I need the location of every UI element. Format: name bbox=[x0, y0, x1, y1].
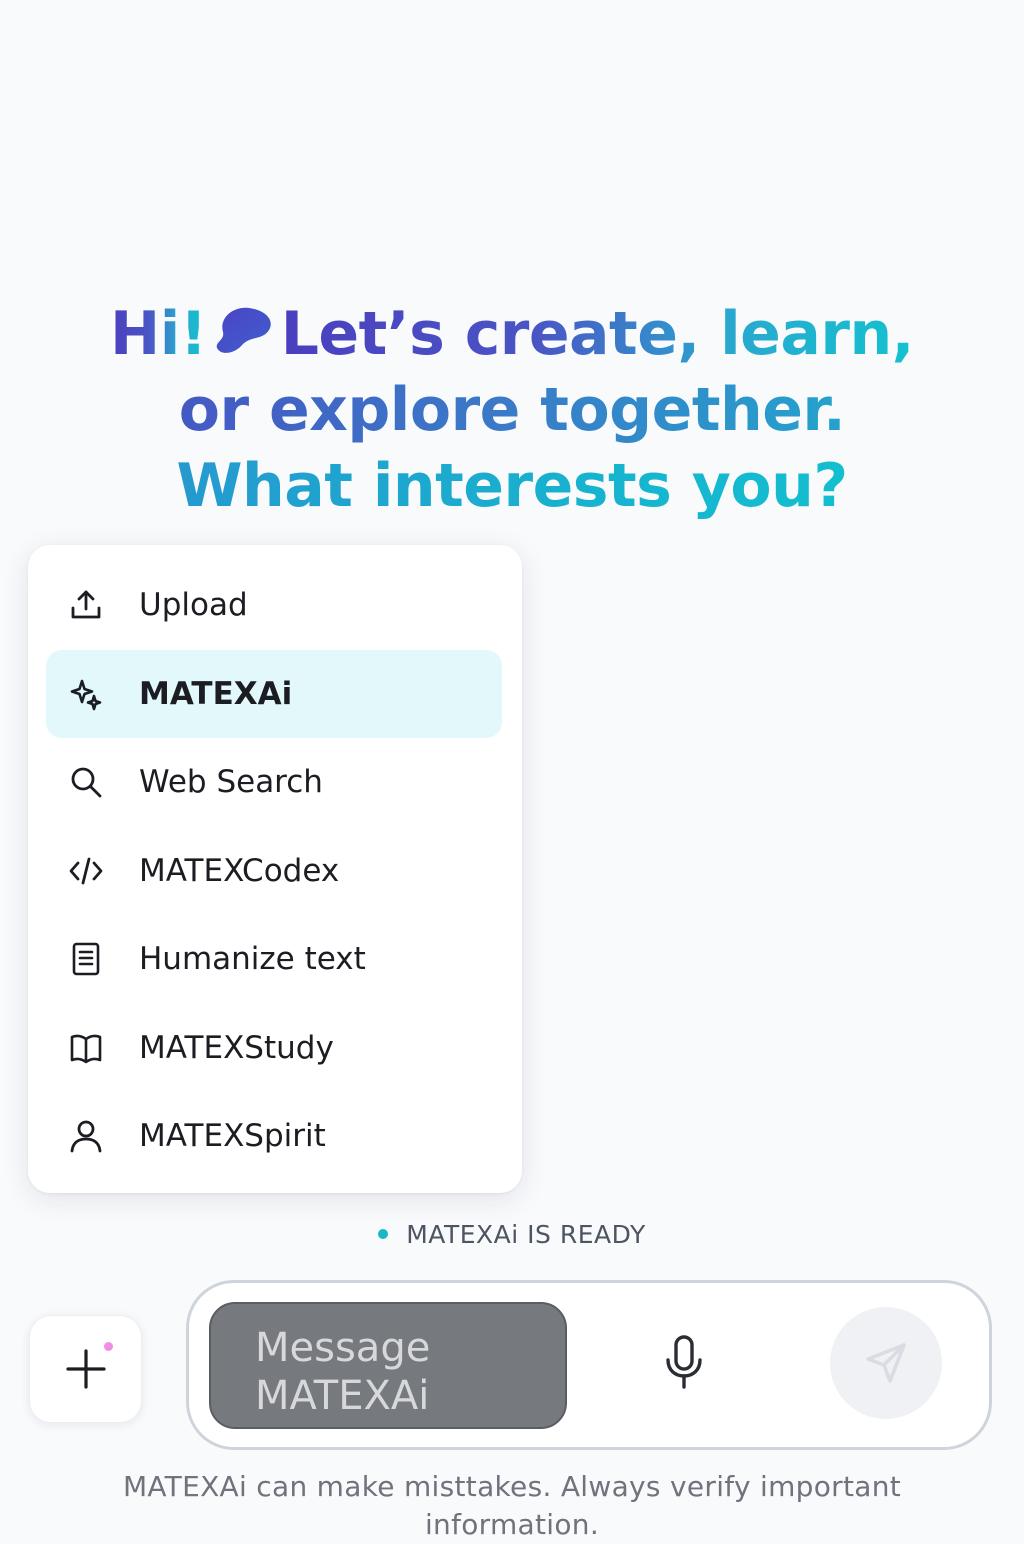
user-icon bbox=[66, 1116, 106, 1156]
plus-icon bbox=[65, 1349, 106, 1389]
menu-item-matexai[interactable]: MATEXAi bbox=[46, 649, 502, 738]
message-input[interactable] bbox=[209, 1302, 567, 1429]
menu-item-label: MATEXCodex bbox=[139, 852, 340, 889]
upload-icon bbox=[66, 585, 106, 625]
greeting-line-3: What interests you? bbox=[0, 448, 1024, 524]
tools-menu: Upload MATEXAi Web Search MATEXCodex Hum… bbox=[28, 545, 522, 1193]
menu-item-matexstudy[interactable]: MATEXStudy bbox=[46, 1004, 502, 1093]
message-composer bbox=[186, 1280, 992, 1450]
greeting-rest: Let’s create, learn, bbox=[280, 299, 915, 369]
blob-icon bbox=[216, 307, 271, 353]
disclaimer-line-2: information. bbox=[424, 1508, 600, 1541]
status-text: MATEXAi IS READY bbox=[406, 1220, 646, 1249]
menu-item-matexspirit[interactable]: MATEXSpirit bbox=[46, 1092, 502, 1181]
greeting-heading: Hi! Let’s create, learn, or explore toge… bbox=[0, 296, 1024, 524]
menu-item-label: Web Search bbox=[139, 764, 323, 801]
menu-item-humanize-text[interactable]: Humanize text bbox=[46, 915, 502, 1004]
menu-item-matexcodex[interactable]: MATEXCodex bbox=[46, 827, 502, 916]
menu-item-label: MATEXAi bbox=[139, 675, 293, 712]
microphone-button[interactable] bbox=[659, 1331, 709, 1393]
menu-item-label: MATEXSpirit bbox=[139, 1118, 326, 1155]
disclaimer: MATEXAi can make misttakes. Always verif… bbox=[0, 1468, 1024, 1544]
menu-item-upload[interactable]: Upload bbox=[46, 561, 502, 650]
menu-item-label: Humanize text bbox=[139, 941, 366, 978]
microphone-icon bbox=[666, 1335, 702, 1389]
status-dot bbox=[378, 1229, 389, 1239]
send-button[interactable] bbox=[830, 1307, 942, 1419]
greeting-hi: Hi! bbox=[110, 299, 207, 369]
greeting-line-2: or explore together. bbox=[0, 372, 1024, 448]
menu-item-label: MATEXStudy bbox=[139, 1029, 334, 1066]
status-indicator: MATEXAi IS READY bbox=[0, 1220, 1024, 1249]
document-icon bbox=[66, 939, 106, 979]
code-icon bbox=[66, 851, 106, 891]
disclaimer-line-1: MATEXAi can make misttakes. Always verif… bbox=[122, 1470, 902, 1503]
menu-item-web-search[interactable]: Web Search bbox=[46, 738, 502, 827]
add-button[interactable] bbox=[29, 1315, 142, 1423]
notification-dot bbox=[104, 1342, 113, 1351]
menu-item-label: Upload bbox=[139, 587, 248, 624]
book-icon bbox=[66, 1028, 106, 1068]
send-icon bbox=[866, 1343, 906, 1383]
search-icon bbox=[66, 762, 106, 802]
sparkles-icon bbox=[66, 674, 106, 714]
greeting-line-1: Hi! Let’s create, learn, bbox=[0, 296, 1024, 372]
